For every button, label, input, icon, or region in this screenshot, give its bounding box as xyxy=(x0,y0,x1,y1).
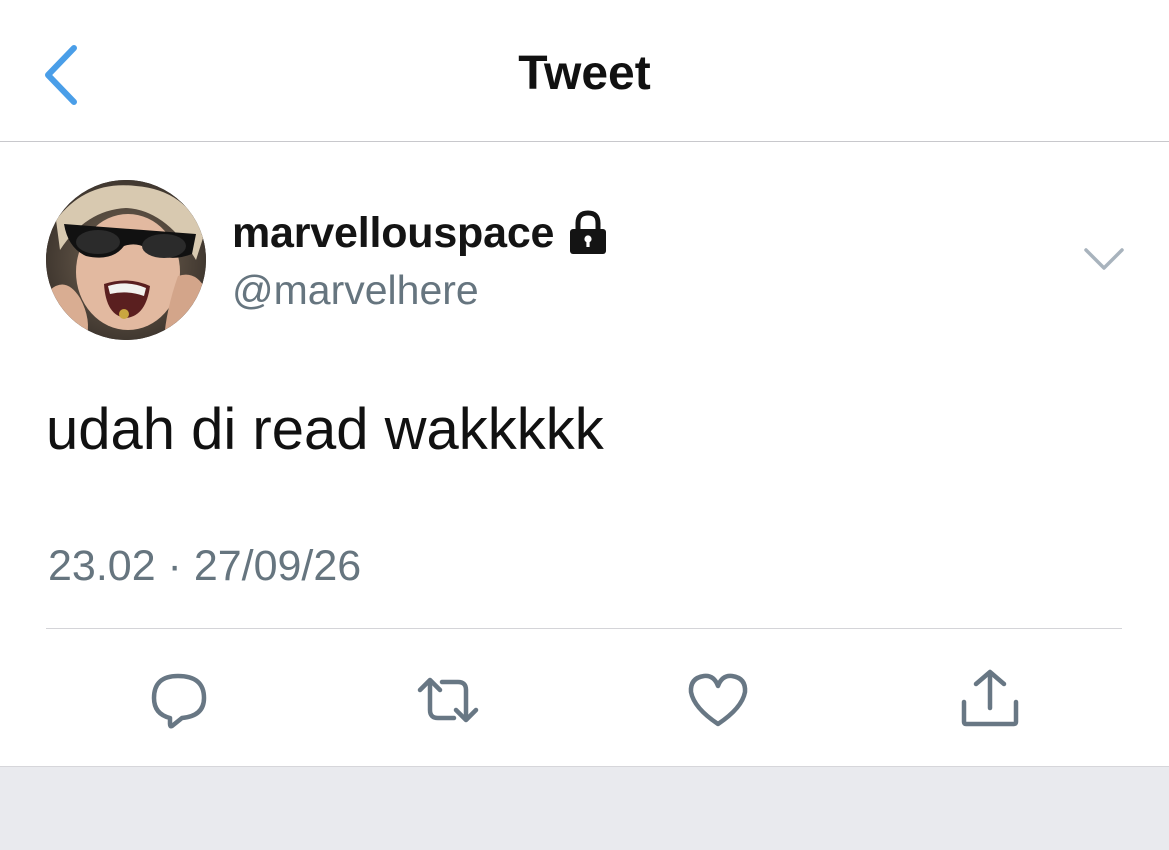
reply-icon xyxy=(151,673,207,729)
chevron-down-icon xyxy=(1084,248,1124,270)
divider xyxy=(46,628,1122,629)
heart-icon xyxy=(688,673,748,727)
reply-button[interactable] xyxy=(148,668,212,732)
retweet-button[interactable] xyxy=(416,668,480,732)
share-icon xyxy=(961,669,1019,727)
display-name-row[interactable]: marvellouspace xyxy=(232,206,610,260)
tweet-menu-button[interactable] xyxy=(1082,240,1126,278)
page-title: Tweet xyxy=(518,47,651,100)
user-handle[interactable]: @marvelhere xyxy=(232,264,479,316)
avatar[interactable] xyxy=(46,180,206,340)
display-name: marvellouspace xyxy=(232,208,555,257)
retweet-icon xyxy=(417,677,479,723)
avatar-image xyxy=(46,180,206,340)
tweet-text: udah di read wakkkkk xyxy=(46,397,604,462)
tweet-detail-screen: Tweet marvellouspace @marvelhere udah di… xyxy=(0,0,1169,850)
lock-icon xyxy=(570,210,607,254)
bottom-area xyxy=(0,766,1169,850)
navigation-bar: Tweet xyxy=(0,0,1169,142)
tweet-timestamp: 23.02 · 27/09/26 xyxy=(48,542,362,590)
share-button[interactable] xyxy=(958,668,1022,732)
like-button[interactable] xyxy=(686,668,750,732)
